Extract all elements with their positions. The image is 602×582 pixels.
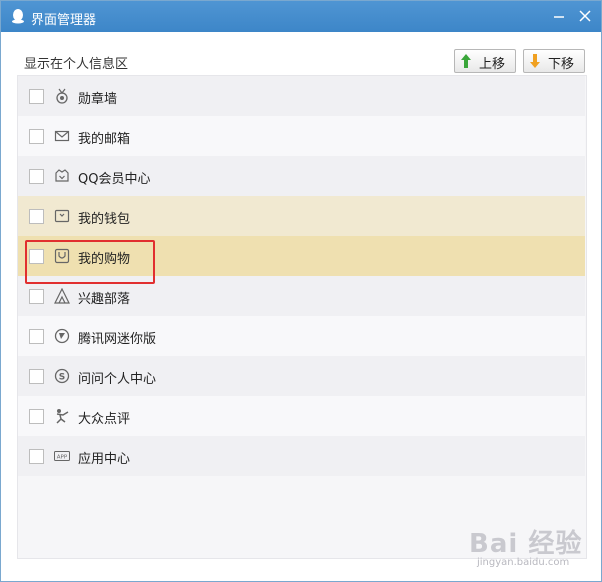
item-label: 勋章墙 (78, 92, 118, 107)
item-checkbox[interactable] (29, 129, 44, 144)
watermark-url: jingyan.baidu.com (477, 557, 570, 568)
list-item[interactable]: QQ会员中心 (18, 156, 585, 196)
arrow-up-icon (461, 54, 471, 68)
list-item[interactable]: S 问问个人中心 (18, 356, 585, 396)
title-bar[interactable]: 界面管理器 (1, 1, 601, 32)
item-checkbox[interactable] (29, 89, 44, 104)
move-down-button[interactable]: 下移 (523, 49, 585, 73)
vip-crown-icon (55, 169, 69, 182)
interface-manager-window: 界面管理器 显示在个人信息区 上移 下移 勋章墙 我的邮箱 QQ会员中心 我的钱… (0, 0, 602, 582)
dianping-icon (56, 409, 69, 424)
item-label: 我的邮箱 (78, 132, 131, 147)
watermark: Bai 经验 (469, 529, 583, 559)
window-title: 界面管理器 (31, 13, 97, 28)
medal-icon (56, 88, 68, 104)
app-icon: APP (54, 451, 70, 461)
list-item[interactable]: 我的钱包 (18, 196, 585, 236)
move-up-label: 上移 (479, 57, 506, 72)
item-checkbox[interactable] (29, 449, 44, 464)
item-label: 兴趣部落 (78, 292, 131, 307)
list-item[interactable]: 勋章墙 (18, 76, 585, 116)
item-label: 我的钱包 (78, 212, 131, 227)
svg-text:APP: APP (57, 455, 68, 461)
item-checkbox[interactable] (29, 289, 44, 304)
soso-icon: S (54, 368, 70, 384)
close-icon[interactable] (575, 6, 595, 26)
item-label: 应用中心 (78, 452, 131, 467)
item-checkbox[interactable] (29, 169, 44, 184)
list-item[interactable]: 我的邮箱 (18, 116, 585, 156)
list-item[interactable]: 大众点评 (18, 396, 585, 436)
item-label: QQ会员中心 (78, 172, 151, 187)
annotation-highlight-box (25, 240, 155, 284)
tencent-news-icon (54, 328, 70, 344)
svg-text:S: S (59, 373, 65, 383)
item-label: 问问个人中心 (78, 372, 157, 387)
move-down-label: 下移 (548, 57, 575, 72)
arrow-down-icon (530, 54, 540, 68)
mail-icon (54, 130, 70, 142)
qq-penguin-icon (12, 9, 24, 24)
item-label: 大众点评 (78, 412, 131, 427)
item-checkbox[interactable] (29, 209, 44, 224)
item-checkbox[interactable] (29, 369, 44, 384)
item-checkbox[interactable] (29, 329, 44, 344)
item-checkbox[interactable] (29, 409, 44, 424)
minimize-icon[interactable] (549, 6, 569, 26)
item-label: 腾讯网迷你版 (78, 332, 157, 347)
wallet-icon (54, 209, 70, 223)
list-item[interactable]: APP 应用中心 (18, 436, 585, 476)
move-up-button[interactable]: 上移 (454, 49, 516, 73)
list-item[interactable]: 腾讯网迷你版 (18, 316, 585, 356)
section-label: 显示在个人信息区 (24, 57, 129, 72)
tent-icon (54, 288, 70, 304)
